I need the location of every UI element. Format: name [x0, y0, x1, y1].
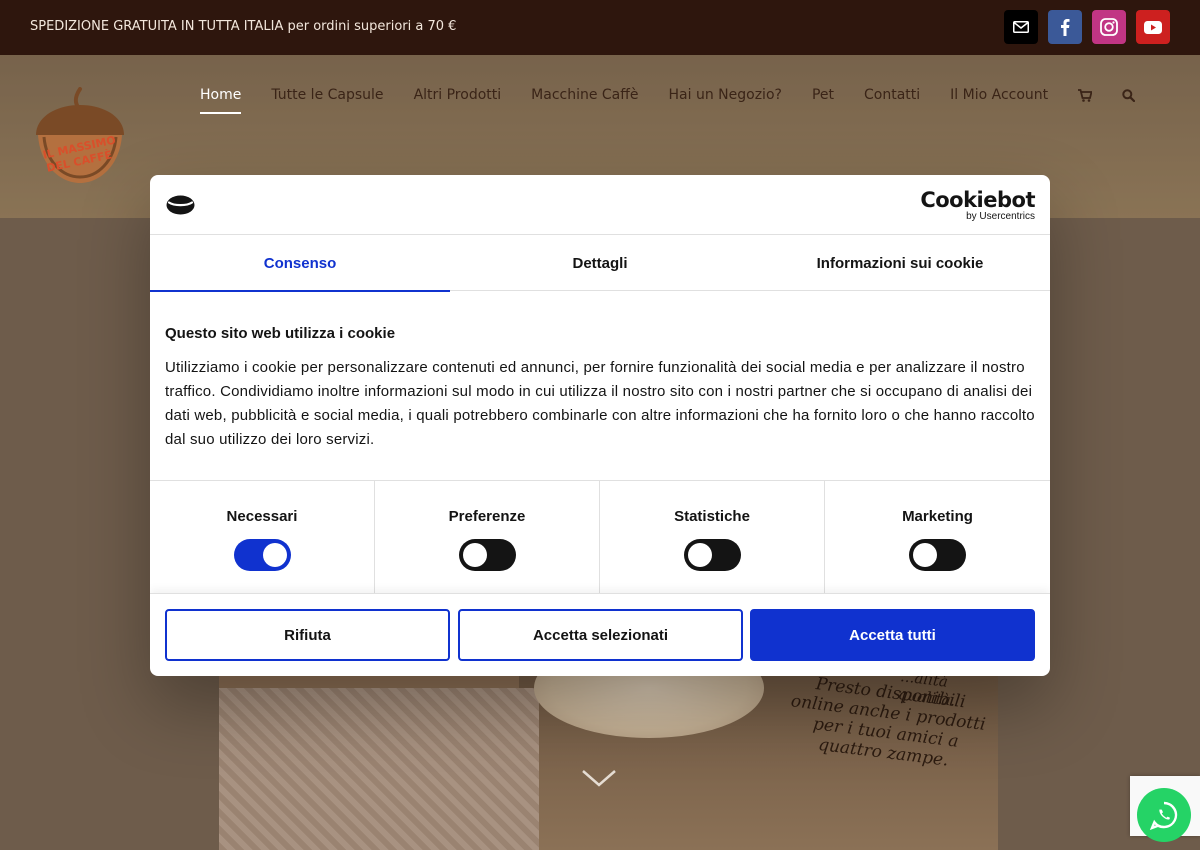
dialog-title: Questo sito web utilizza i cookie [165, 325, 396, 342]
category-label: Necessari [226, 508, 298, 525]
tab-dettagli[interactable]: Dettagli [450, 236, 750, 291]
category-statistiche: Statistiche [600, 481, 825, 593]
consent-categories: Necessari Preferenze Statistiche Marketi… [150, 480, 1050, 593]
tab-consenso[interactable]: Consenso [150, 236, 450, 292]
toggle-knob [913, 543, 937, 567]
mail-icon[interactable] [1004, 10, 1038, 44]
dialog-description: Utilizziamo i cookie per personalizzare … [165, 359, 1035, 448]
dialog-header: Cookiebot by Usercentrics [150, 175, 1050, 235]
dialog-actions: Rifiuta Accetta selezionati Accetta tutt… [150, 593, 1050, 676]
category-preferenze: Preferenze [375, 481, 600, 593]
category-label: Statistiche [674, 508, 750, 525]
youtube-icon[interactable] [1136, 10, 1170, 44]
preferenze-toggle[interactable] [458, 539, 516, 571]
nav-home[interactable]: Home [200, 87, 242, 114]
statistiche-toggle[interactable] [683, 539, 741, 571]
cookiebot-logo-icon [166, 195, 195, 215]
nav-altri-prodotti[interactable]: Altri Prodotti [414, 87, 502, 111]
cart-icon[interactable] [1078, 88, 1093, 110]
top-bar: SPEDIZIONE GRATUITA IN TUTTA ITALIA per … [0, 0, 1200, 55]
toggle-knob [262, 543, 287, 567]
nav-hai-un-negozio[interactable]: Hai un Negozio? [669, 87, 782, 111]
brand-subtitle: by Usercentrics [966, 211, 1035, 222]
brand-name: Cookiebot [920, 188, 1035, 212]
reject-button[interactable]: Rifiuta [165, 609, 450, 661]
necessari-toggle[interactable] [233, 539, 291, 571]
nav-macchine-caffe[interactable]: Macchine Caffè [531, 87, 638, 111]
cookie-consent-dialog: Cookiebot by Usercentrics Consenso Detta… [150, 175, 1050, 676]
category-label: Preferenze [448, 508, 526, 525]
accept-selected-button[interactable]: Accetta selezionati [458, 609, 743, 661]
cookiebot-brand[interactable]: Cookiebot by Usercentrics [920, 189, 1035, 223]
scroll-down-icon[interactable] [581, 768, 617, 788]
whatsapp-chat-button[interactable] [1137, 788, 1191, 842]
accept-all-button[interactable]: Accetta tutti [750, 609, 1035, 661]
nav-tutte-le-capsule[interactable]: Tutte le Capsule [271, 87, 383, 111]
shipping-notice: SPEDIZIONE GRATUITA IN TUTTA ITALIA per … [30, 19, 457, 34]
facebook-icon[interactable] [1048, 10, 1082, 44]
dialog-body: Questo sito web utilizza i cookie Utiliz… [165, 325, 1035, 452]
marketing-toggle[interactable] [909, 539, 966, 571]
toggle-knob [462, 543, 487, 567]
search-icon[interactable] [1122, 88, 1136, 110]
category-marketing: Marketing [825, 481, 1050, 593]
category-label: Marketing [902, 508, 973, 525]
tab-informazioni-sui-cookie[interactable]: Informazioni sui cookie [750, 236, 1050, 291]
nav-il-mio-account[interactable]: Il Mio Account [950, 87, 1048, 111]
dialog-tabs: Consenso Dettagli Informazioni sui cooki… [150, 236, 1050, 292]
nav-contatti[interactable]: Contatti [864, 87, 920, 111]
category-necessari: Necessari [150, 481, 375, 593]
instagram-icon[interactable] [1092, 10, 1126, 44]
main-nav: Home Tutte le Capsule Altri Prodotti Mac… [200, 87, 1136, 114]
nav-pet[interactable]: Pet [812, 87, 834, 111]
site-logo[interactable]: IL MASSIMO DEL CAFFÈ [30, 87, 130, 187]
toggle-knob [687, 543, 712, 567]
whatsapp-icon [1149, 801, 1178, 830]
hero-blanket [219, 688, 539, 850]
